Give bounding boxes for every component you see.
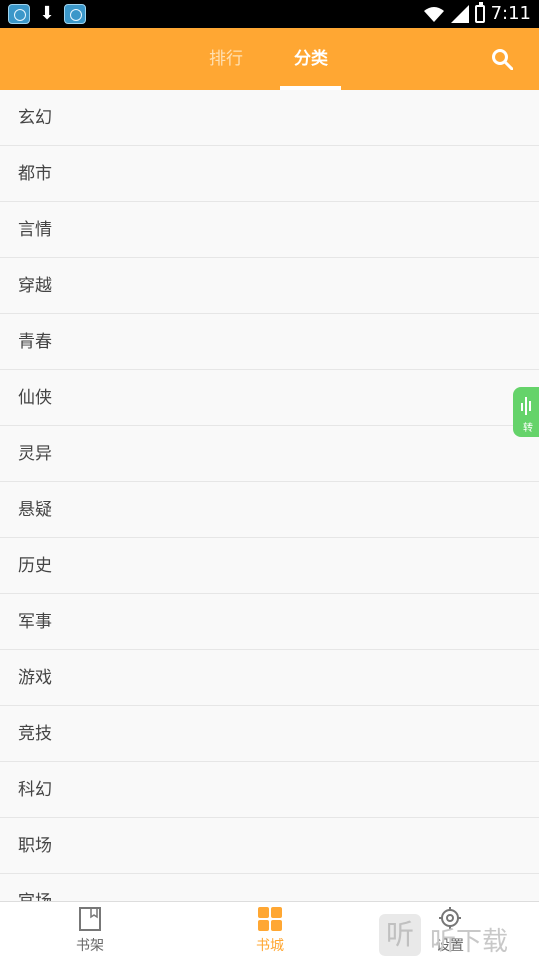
top-bar: 排行 分类 [0,28,539,90]
bookstore-icon [258,907,282,931]
status-time: 7:11 [490,3,531,24]
nav-label: 书架 [76,938,104,954]
audio-icon [521,397,531,415]
tab-rank[interactable]: 排行 [209,28,243,90]
bookshelf-icon [79,907,101,931]
category-list: 玄幻都市言情穿越青春仙侠灵异悬疑历史军事游戏竞技科幻职场官场 [0,90,539,901]
floating-label: 转 [523,423,533,434]
wifi-icon [423,6,444,22]
status-right-icons: 7:11 [423,1,531,24]
category-row[interactable]: 悬疑 [0,482,539,538]
category-row[interactable]: 职场 [0,818,539,874]
category-row[interactable]: 玄幻 [0,90,539,146]
watermark-text: 听下载 [430,927,509,957]
tab-category[interactable]: 分类 [294,28,328,90]
app-notification-icon [64,4,86,24]
app-notification-icon [8,4,30,24]
category-row[interactable]: 灵异 [0,426,539,482]
category-row[interactable]: 仙侠 [0,370,539,426]
category-row[interactable]: 青春 [0,314,539,370]
watermark-logo: 听 [379,914,421,956]
floating-audio-button[interactable]: 转 [513,387,539,437]
nav-bookstore[interactable]: 书城 [220,902,320,959]
search-icon[interactable] [491,48,513,70]
category-row[interactable]: 竞技 [0,706,539,762]
nav-bookshelf[interactable]: 书架 [40,902,140,959]
category-row[interactable]: 言情 [0,202,539,258]
signal-icon [450,4,469,23]
category-row[interactable]: 历史 [0,538,539,594]
status-left-icons: ⬇ [8,4,86,24]
download-icon: ⬇ [39,3,55,24]
category-row[interactable]: 穿越 [0,258,539,314]
category-row[interactable]: 都市 [0,146,539,202]
category-row[interactable]: 官场 [0,874,539,901]
category-row[interactable]: 科幻 [0,762,539,818]
status-bar: ⬇ 7:11 [0,0,539,28]
category-row[interactable]: 游戏 [0,650,539,706]
battery-icon [474,1,485,23]
nav-label: 书城 [256,938,284,954]
category-row[interactable]: 军事 [0,594,539,650]
